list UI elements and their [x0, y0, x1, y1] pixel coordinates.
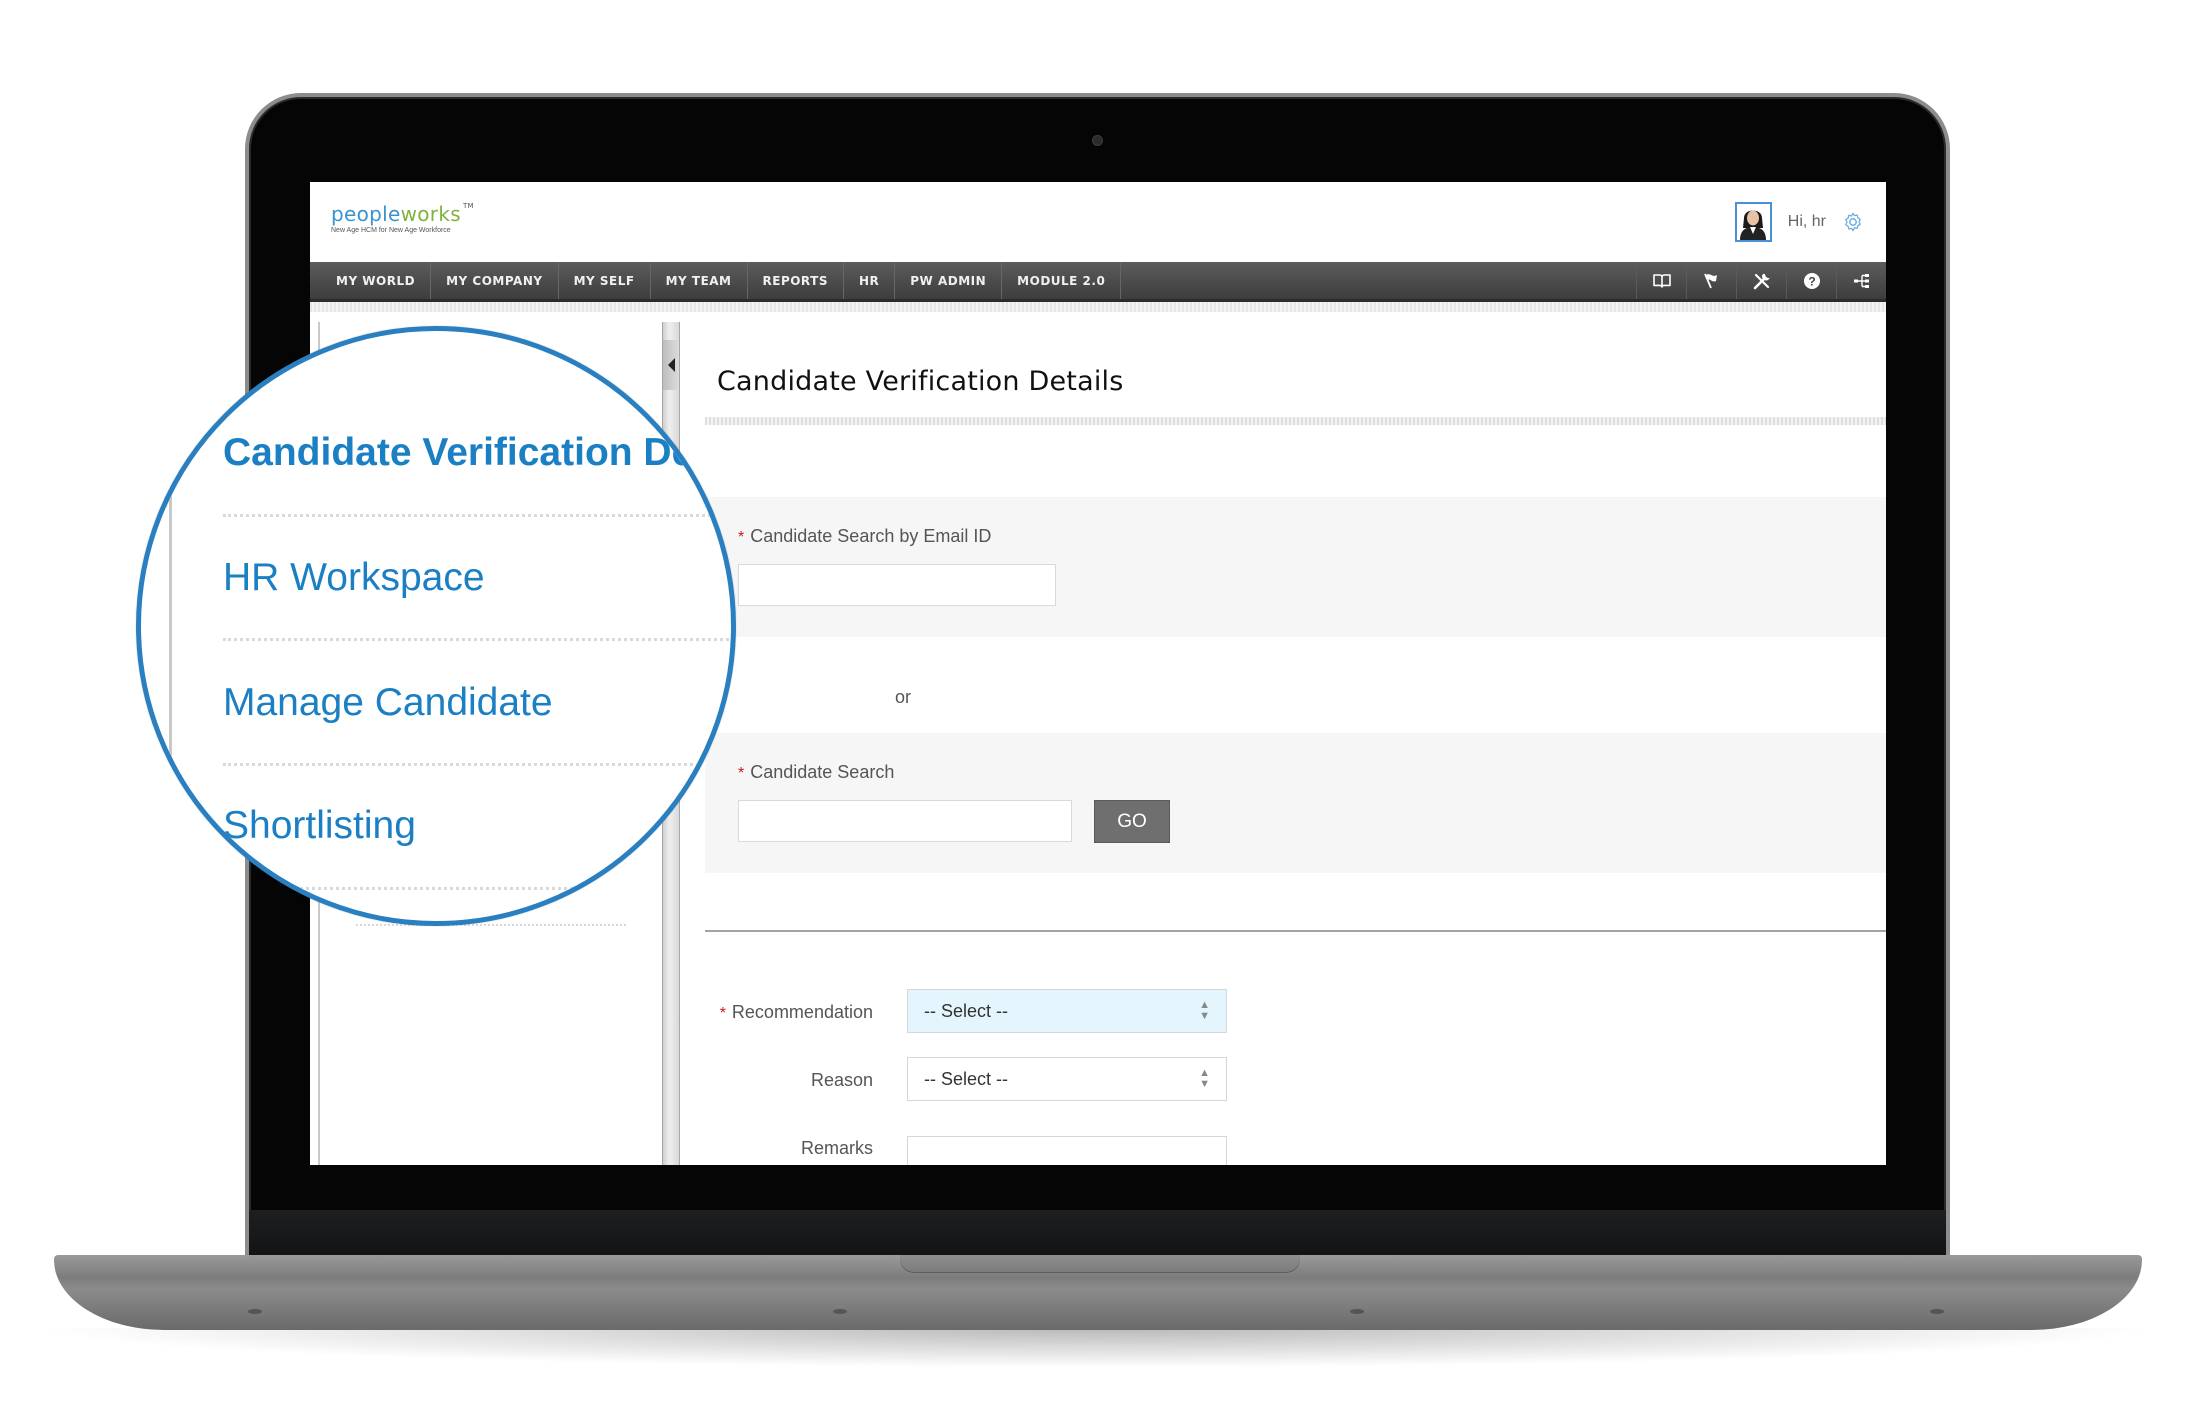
- reason-select[interactable]: -- Select -- ▲ ▼: [907, 1057, 1227, 1101]
- settings-gear-icon[interactable]: [1842, 211, 1864, 233]
- required-marker: *: [738, 529, 745, 546]
- book-icon: [1652, 273, 1671, 288]
- laptop-foot: [1350, 1309, 1364, 1314]
- main-nav: MY WORLD MY COMPANY MY SELF MY TEAM REPO…: [310, 262, 1886, 302]
- nav-my-self[interactable]: MY SELF: [559, 262, 651, 299]
- laptop-shadow: [30, 1328, 2164, 1368]
- email-search-label: * Candidate Search by Email ID: [738, 526, 992, 546]
- candidate-search-panel: * Candidate Search GO: [705, 733, 1886, 873]
- go-button[interactable]: GO: [1094, 800, 1170, 843]
- reason-label: Reason: [810, 1070, 873, 1090]
- sidebar-item-manage-candidate[interactable]: Manage Candidate: [223, 681, 553, 725]
- recommendation-select[interactable]: -- Select -- ▲ ▼: [907, 989, 1227, 1033]
- sidebar-separator: [223, 638, 731, 641]
- user-avatar[interactable]: [1734, 202, 1772, 242]
- main-content: Candidate Verification Details * Candidat…: [705, 322, 1886, 1165]
- flag-icon: [1703, 273, 1717, 288]
- logo-wordmark: peopleworks TM: [331, 202, 474, 226]
- sitemap-icon: [1853, 273, 1869, 288]
- book-button[interactable]: [1636, 262, 1686, 299]
- email-search-input[interactable]: [738, 564, 1056, 606]
- reason-selected-value: -- Select --: [924, 1068, 1009, 1089]
- sidebar-item-shortlisting[interactable]: Shortlisting: [223, 804, 416, 848]
- laptop-notch: [900, 1255, 1300, 1273]
- required-marker: *: [719, 1005, 726, 1022]
- recommendation-label: * Recommendation: [719, 1002, 873, 1022]
- page-title: Candidate Verification Details: [717, 366, 1124, 397]
- nav-my-company[interactable]: MY COMPANY: [431, 262, 559, 299]
- sidebar-separator: [223, 763, 731, 766]
- peopleworks-logo[interactable]: peopleworks TM New Age HCM for New Age Wo…: [331, 202, 474, 234]
- laptop-foot: [833, 1309, 847, 1314]
- email-search-panel: * Candidate Search by Email ID: [705, 497, 1886, 637]
- sidebar-separator: [356, 924, 626, 926]
- required-marker: *: [738, 765, 745, 782]
- laptop-chin: [249, 1210, 1946, 1258]
- or-separator: or: [895, 687, 912, 707]
- person-icon: [1740, 210, 1767, 240]
- tools-icon: [1753, 273, 1770, 289]
- nav-my-world[interactable]: MY WORLD: [310, 262, 432, 299]
- nav-reports[interactable]: REPORTS: [748, 262, 844, 299]
- tools-button[interactable]: [1736, 262, 1786, 299]
- nav-hr[interactable]: HR: [844, 262, 896, 299]
- help-icon: ?: [1803, 272, 1820, 289]
- sidebar-separator: [223, 514, 731, 517]
- webcam: [1092, 135, 1103, 146]
- remarks-textarea[interactable]: [907, 1136, 1227, 1165]
- sitemap-button[interactable]: [1836, 262, 1886, 299]
- flag-button[interactable]: [1686, 262, 1736, 299]
- select-arrows-icon: ▲ ▼: [1199, 1067, 1210, 1090]
- laptop-foot: [1930, 1309, 1944, 1314]
- help-button[interactable]: ?: [1786, 262, 1836, 299]
- sidebar-separator: [223, 887, 731, 890]
- nav-pw-admin[interactable]: PW ADMIN: [895, 262, 1003, 299]
- sidebar-item-candidate-verification[interactable]: Candidate Verification Details: [223, 431, 731, 475]
- candidate-search-label: * Candidate Search: [738, 762, 895, 782]
- recommendation-selected-value: -- Select --: [924, 1000, 1009, 1021]
- svg-text:?: ?: [1808, 274, 1815, 288]
- magnified-sidebar: Candidate Verification Details HR Worksp…: [141, 331, 731, 921]
- app-header: peopleworks TM New Age HCM for New Age Wo…: [310, 182, 1886, 262]
- nav-shadow-strip: [310, 302, 1886, 312]
- nav-icon-group: ?: [1636, 262, 1886, 299]
- user-area: Hi, hr: [1734, 202, 1864, 242]
- user-greeting: Hi, hr: [1787, 213, 1826, 230]
- laptop-foot: [248, 1309, 262, 1314]
- sidebar-edge: [169, 331, 172, 921]
- title-divider: [705, 417, 1886, 425]
- sidebar-magnifier-callout: Candidate Verification Details HR Worksp…: [136, 326, 736, 926]
- remarks-label: Remarks: [800, 1138, 873, 1158]
- logo-tagline: New Age HCM for New Age Workforce: [331, 227, 451, 234]
- select-arrows-icon: ▲ ▼: [1199, 999, 1210, 1022]
- candidate-search-input[interactable]: [738, 800, 1072, 842]
- nav-my-team[interactable]: MY TEAM: [651, 262, 748, 299]
- sidebar-item-hr-workspace[interactable]: HR Workspace: [223, 556, 485, 600]
- nav-module-2[interactable]: MODULE 2.0: [1002, 262, 1122, 299]
- form-divider: [705, 930, 1886, 932]
